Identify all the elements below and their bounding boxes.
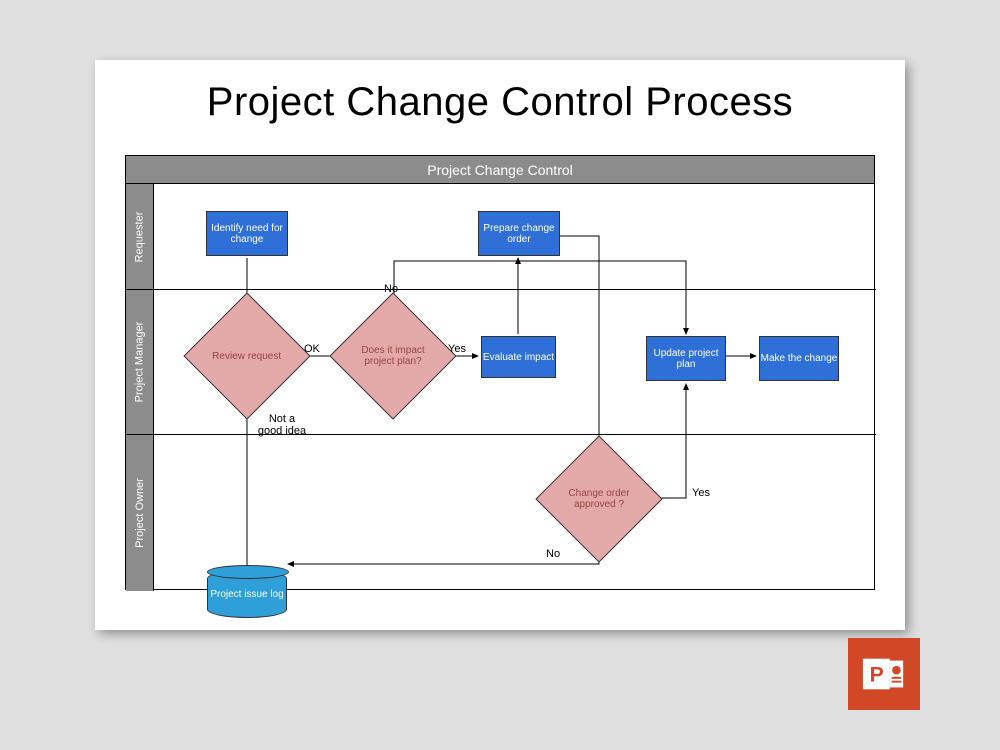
- lane-project-manager: Project Manager: [126, 289, 154, 434]
- lane-project-owner: Project Owner: [126, 434, 154, 591]
- lane-separator-1: [154, 289, 876, 290]
- node-review-request: Review request: [183, 292, 310, 419]
- edge-yes-approved: Yes: [692, 488, 710, 500]
- node-approved-question: Change order approved ?: [535, 435, 662, 562]
- lane-labels-column: Requester Project Manager Project Owner: [126, 184, 154, 591]
- powerpoint-icon: P: [848, 638, 920, 710]
- lane-requester: Requester: [126, 184, 154, 289]
- edge-no-approved: No: [546, 549, 560, 561]
- edge-ok: OK: [304, 344, 320, 356]
- node-project-issue-log: Project issue log: [207, 570, 287, 618]
- frame-header: Project Change Control: [126, 156, 874, 184]
- lane-project-manager-label: Project Manager: [134, 322, 146, 403]
- edge-yes-impact: Yes: [448, 344, 466, 356]
- svg-text:P: P: [870, 664, 884, 687]
- node-update-project-plan: Update project plan: [646, 336, 726, 381]
- node-evaluate-impact: Evaluate impact: [481, 336, 556, 378]
- swimlane-frame: Project Change Control Requester Project…: [125, 155, 875, 590]
- node-impact-question: Does it impact project plan?: [329, 292, 456, 419]
- node-identify-need: Identify need for change: [206, 211, 288, 256]
- diagram-title: Project Change Control Process: [95, 80, 905, 125]
- powerpoint-glyph-icon: P: [861, 651, 907, 697]
- lane-requester-label: Requester: [134, 211, 146, 262]
- slide-canvas: Project Change Control Process Project C…: [95, 60, 905, 630]
- edge-no-impact: No: [384, 284, 398, 296]
- node-prepare-change-order: Prepare change order: [478, 211, 560, 256]
- lane-project-owner-label: Project Owner: [134, 478, 146, 548]
- node-make-the-change: Make the change: [759, 336, 839, 381]
- edge-not-good-idea: Not a good idea: [256, 414, 308, 437]
